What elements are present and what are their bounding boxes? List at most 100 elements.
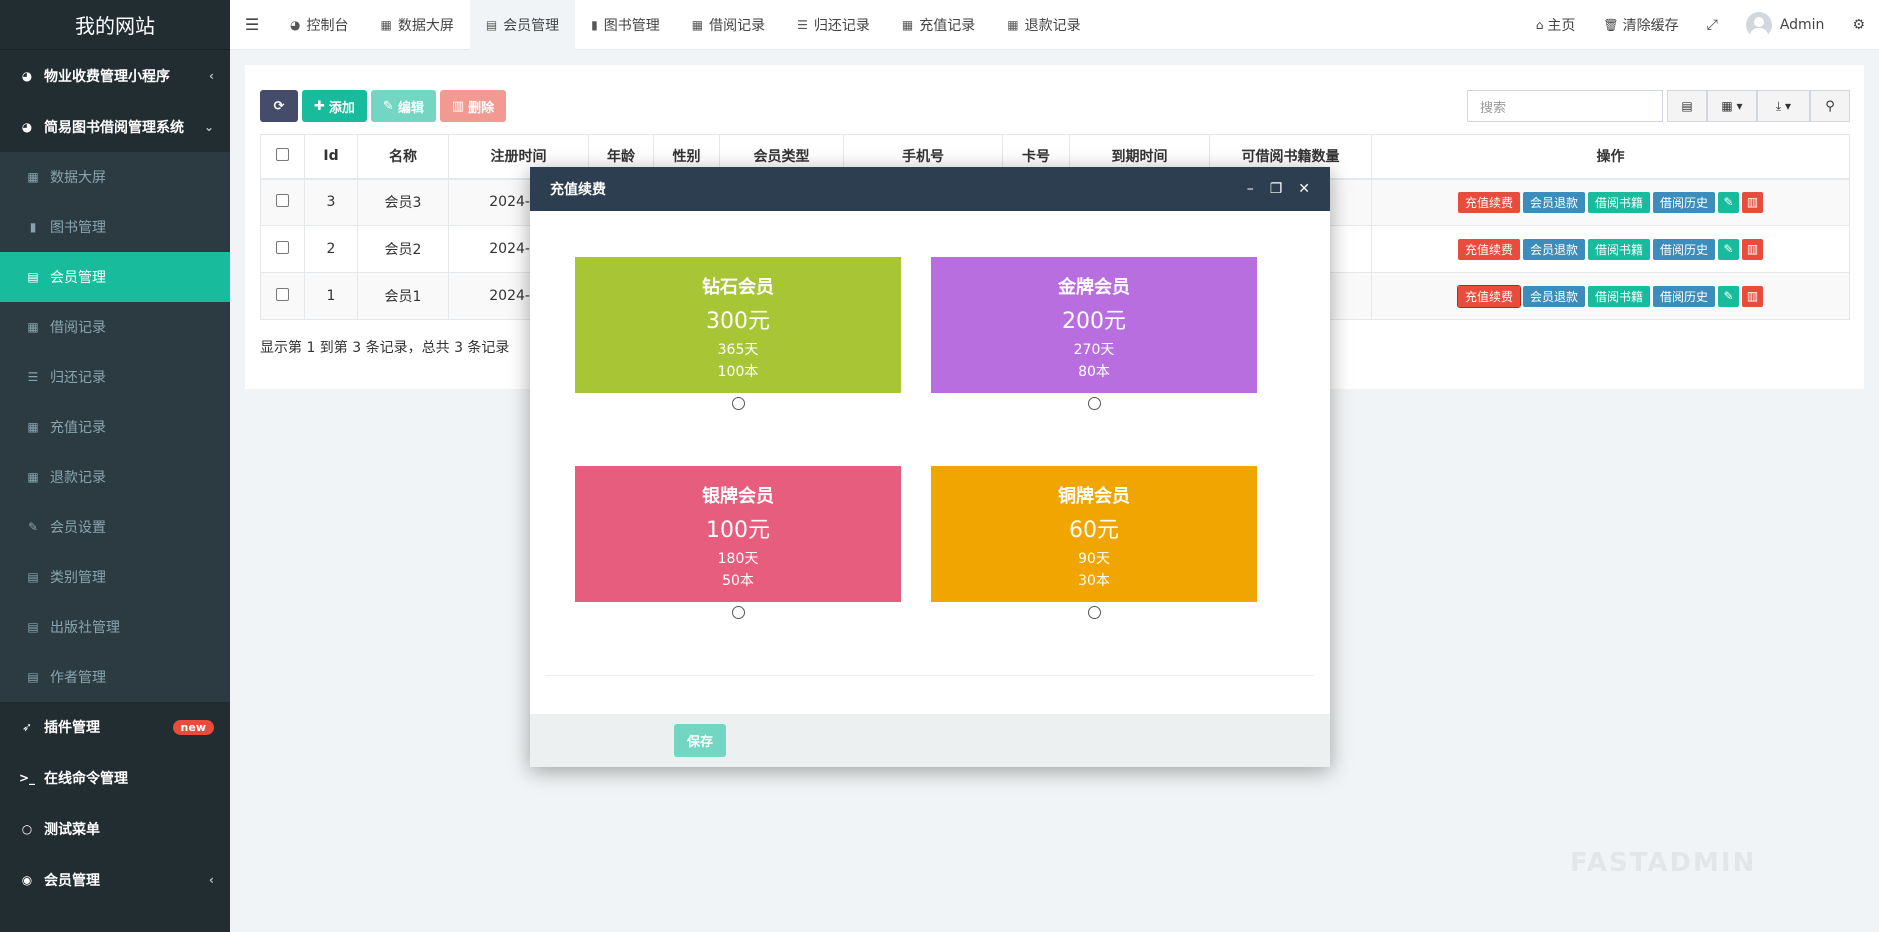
tab-recharge-records[interactable]: ▦ 充值记录 <box>886 0 991 50</box>
fullscreen-icon[interactable]: ⤢ <box>1693 17 1732 33</box>
sidebar-item-member-admin[interactable]: ◉ 会员管理 ‹ <box>0 854 230 905</box>
dashboard-icon: ◕ <box>21 120 33 134</box>
tab-books[interactable]: ▮ 图书管理 <box>575 0 676 50</box>
minimize-icon[interactable]: – <box>1247 181 1254 197</box>
recharge-button[interactable]: 充值续费 <box>1457 191 1520 213</box>
maximize-icon[interactable]: ❐ <box>1270 181 1283 197</box>
borrow-history-button[interactable]: 借阅历史 <box>1653 191 1716 213</box>
sidebar-item-categories[interactable]: ▤ 类别管理 <box>0 552 230 602</box>
recharge-modal: 充值续费 – ❐ ✕ 钻石会员 300元 365天 100本 金牌会员 200元… <box>530 167 1330 767</box>
sidebar-item-property-app[interactable]: ◕ 物业收费管理小程序 ‹ <box>0 50 230 102</box>
row-checkbox[interactable] <box>276 287 289 301</box>
pagination-info: 显示第 1 到第 3 条记录，总共 3 条记录 <box>260 340 510 356</box>
tab-data-screen[interactable]: ▦ 数据大屏 <box>364 0 469 50</box>
home-link[interactable]: ⌂ 主页 <box>1522 15 1590 35</box>
refresh-button[interactable]: ⟳ <box>260 90 298 122</box>
plan-radio-silver[interactable] <box>732 606 745 619</box>
sidebar-item-data-screen[interactable]: ▦ 数据大屏 <box>0 152 230 202</box>
row-edit-button[interactable]: ✎ <box>1718 285 1740 307</box>
edit-button[interactable]: ✎ 编辑 <box>370 90 436 122</box>
col-name[interactable]: 名称 <box>357 134 449 180</box>
sidebar-item-library-system[interactable]: ◕ 简易图书借阅管理系统 ⌄ <box>0 102 230 152</box>
sidebar-item-plugins[interactable]: ➶ 插件管理 new <box>0 702 230 752</box>
plan-card-bronze[interactable]: 铜牌会员 60元 90天 30本 <box>931 466 1257 602</box>
tab-borrow-records[interactable]: ▦ 借阅记录 <box>676 0 781 50</box>
tab-members[interactable]: ▤ 会员管理 <box>469 0 576 50</box>
tab-refund-records[interactable]: ▦ 退款记录 <box>991 0 1096 50</box>
list-icon: ▤ <box>27 620 39 634</box>
search-button[interactable]: ⚲ <box>1810 90 1850 122</box>
recharge-button[interactable]: 充值续费 <box>1457 238 1520 260</box>
row-delete-button[interactable]: ▥ <box>1742 191 1764 213</box>
borrow-history-button[interactable]: 借阅历史 <box>1653 285 1716 307</box>
add-button[interactable]: ✚ 添加 <box>302 90 367 122</box>
plan-radio-bronze[interactable] <box>1088 606 1101 619</box>
settings-icon[interactable]: ⚙ <box>1838 17 1879 33</box>
topbar: ☰ ◕ 控制台 ▦ 数据大屏 ▤ 会员管理 ▮ 图书管理 ▦ 借阅记录 ☰ 归还记录 ▦ 充值… <box>230 0 1879 50</box>
sidebar-item-refund-records[interactable]: ▦ 退款记录 <box>0 452 230 502</box>
borrow-button[interactable]: 借阅书籍 <box>1588 238 1651 260</box>
plan-radio-gold[interactable] <box>1088 397 1101 410</box>
row-edit-button[interactable]: ✎ <box>1718 191 1740 213</box>
site-logo[interactable]: 我的网站 <box>0 0 230 50</box>
sidebar-item-members[interactable]: ▤ 会员管理 <box>0 252 230 302</box>
row-checkbox[interactable] <box>276 193 289 207</box>
close-icon[interactable]: ✕ <box>1298 181 1310 197</box>
refund-button[interactable]: 会员退款 <box>1522 238 1585 260</box>
sidebar-item-books[interactable]: ▮ 图书管理 <box>0 202 230 252</box>
tab-label: 退款记录 <box>1024 17 1081 34</box>
plan-days: 270天 <box>1073 342 1115 358</box>
plan-books: 30本 <box>1078 573 1110 589</box>
sidebar-item-online-command[interactable]: >_ 在线命令管理 <box>0 752 230 803</box>
plan-name: 铜牌会员 <box>1058 486 1130 507</box>
sidebar-item-label: 在线命令管理 <box>44 770 128 787</box>
borrow-history-button[interactable]: 借阅历史 <box>1653 238 1716 260</box>
recharge-button[interactable]: 充值续费 <box>1456 284 1521 308</box>
refresh-icon: ⟳ <box>273 98 285 114</box>
trash-icon: ▥ <box>1746 195 1759 210</box>
tab-return-records[interactable]: ☰ 归还记录 <box>781 0 886 50</box>
plan-radio-diamond[interactable] <box>732 397 745 410</box>
columns-button[interactable]: ▦ ▾ <box>1707 90 1757 122</box>
borrow-button[interactable]: 借阅书籍 <box>1588 191 1651 213</box>
borrow-button[interactable]: 借阅书籍 <box>1588 285 1651 307</box>
plan-price: 100元 <box>706 518 770 543</box>
table-tools: ▤ ▦ ▾ ⤓ ▾ <box>1667 90 1810 122</box>
col-id[interactable]: Id <box>304 134 358 180</box>
sidebar-item-member-settings[interactable]: ✎ 会员设置 <box>0 502 230 552</box>
sidebar-item-borrow-records[interactable]: ▦ 借阅记录 <box>0 302 230 352</box>
row-checkbox[interactable] <box>276 240 289 254</box>
row-delete-button[interactable]: ▥ <box>1742 285 1764 307</box>
row-edit-button[interactable]: ✎ <box>1718 238 1740 260</box>
sidebar-item-label: 归还记录 <box>50 370 106 386</box>
table-icon: ▦ <box>27 470 39 484</box>
tab-dashboard[interactable]: ◕ 控制台 <box>274 0 364 50</box>
select-all-checkbox[interactable] <box>276 147 289 161</box>
user-menu[interactable]: Admin <box>1732 11 1839 38</box>
plan-card-diamond[interactable]: 钻石会员 300元 365天 100本 <box>575 257 901 393</box>
row-delete-button[interactable]: ▥ <box>1742 238 1764 260</box>
plan-books: 100本 <box>717 364 759 380</box>
sidebar-item-test-menu[interactable]: ○ 测试菜单 <box>0 803 230 854</box>
save-button[interactable]: 保存 <box>674 724 726 757</box>
username: Admin <box>1779 16 1825 33</box>
delete-button[interactable]: ▥ 删除 <box>439 90 507 122</box>
export-button[interactable]: ⤓ ▾ <box>1757 90 1810 122</box>
toggle-view-button[interactable]: ▤ <box>1667 90 1707 122</box>
clear-cache-button[interactable]: 🗑︎ 清除缓存 <box>1589 15 1692 35</box>
plan-card-silver[interactable]: 银牌会员 100元 180天 50本 <box>575 466 901 602</box>
topbar-right: ⌂ 主页 🗑︎ 清除缓存 ⤢ Admin ⚙ <box>1522 0 1879 50</box>
refund-button[interactable]: 会员退款 <box>1522 285 1585 307</box>
sidebar-item-publishers[interactable]: ▤ 出版社管理 <box>0 602 230 652</box>
sidebar-item-return-records[interactable]: ☰ 归还记录 <box>0 352 230 402</box>
table-icon: ▦ <box>380 17 392 32</box>
trash-icon: ▥ <box>1746 289 1759 303</box>
menu-toggle-icon[interactable]: ☰ <box>230 15 274 34</box>
plan-card-gold[interactable]: 金牌会员 200元 270天 80本 <box>931 257 1257 393</box>
refund-button[interactable]: 会员退款 <box>1522 191 1585 213</box>
plan-name: 银牌会员 <box>702 486 774 507</box>
sidebar-item-authors[interactable]: ▤ 作者管理 <box>0 652 230 702</box>
search-input[interactable]: 搜索 <box>1467 90 1663 122</box>
row-checkbox-cell <box>260 225 305 273</box>
sidebar-item-recharge-records[interactable]: ▦ 充值记录 <box>0 402 230 452</box>
